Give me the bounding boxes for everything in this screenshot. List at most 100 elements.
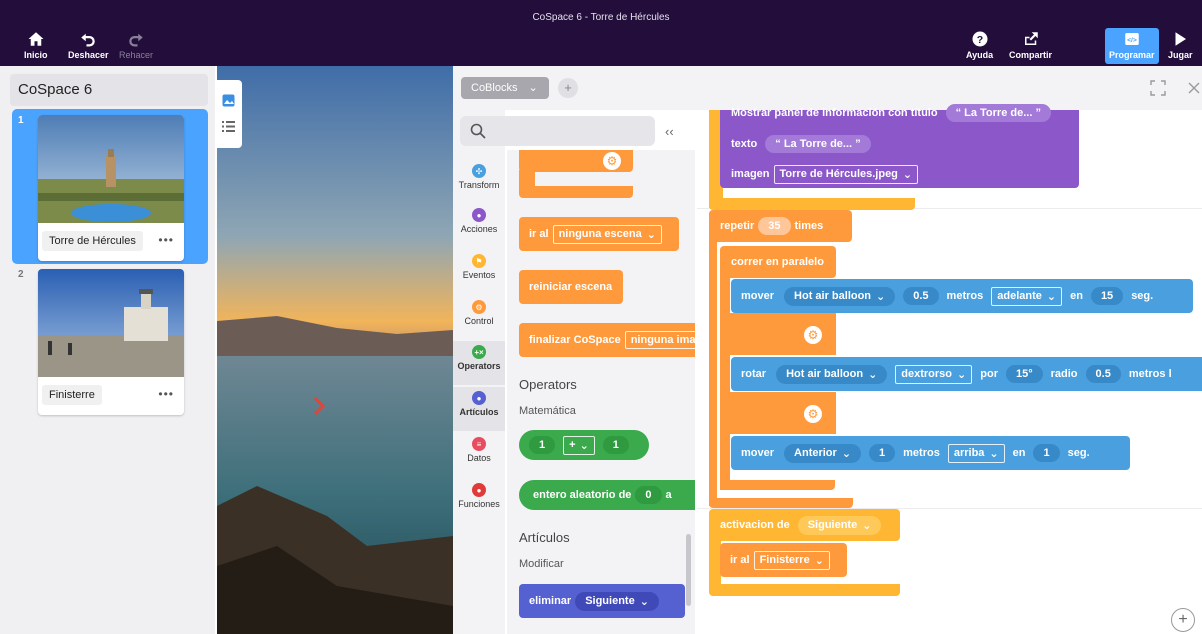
move-direction-dropdown[interactable]: adelante ⌄ — [991, 286, 1063, 306]
palette-restart-block[interactable]: reiniciar escena — [519, 270, 623, 304]
repeat-bottom[interactable] — [709, 498, 853, 508]
rotate-block[interactable]: rotar Hot air balloon ⌄ dextrorso ⌄ por 15… — [731, 357, 1202, 391]
category-label: Transform — [458, 180, 500, 190]
collapse-palette-icon[interactable]: ‹‹ — [665, 124, 674, 139]
share-button[interactable]: Compartir — [1009, 30, 1052, 60]
palette-delete-block[interactable]: eliminar Siguiente ⌄ — [519, 584, 685, 618]
category-control[interactable]: ⚙ Control — [453, 296, 505, 340]
play-icon — [1175, 32, 1187, 46]
block-search-input[interactable] — [460, 116, 655, 146]
activation-dropdown[interactable]: Siguiente ⌄ — [797, 515, 882, 535]
move-target-dropdown[interactable]: Hot air balloon ⌄ — [784, 286, 896, 306]
activation-event-block[interactable]: activacion de Siguiente ⌄ — [709, 509, 900, 541]
redo-button[interactable]: Rehacer — [119, 30, 153, 60]
repeat-count-input[interactable]: 35 — [758, 217, 791, 235]
fullscreen-icon[interactable] — [1150, 80, 1166, 96]
scene-label[interactable]: Finisterre — [42, 385, 102, 405]
modify-subheading: Modificar — [519, 558, 564, 570]
actions-icon: ● — [472, 208, 486, 222]
move-direction-dropdown[interactable]: arriba ⌄ — [947, 443, 1005, 463]
move-seconds-input[interactable]: 1 — [1033, 444, 1060, 462]
image-view-icon[interactable] — [222, 94, 235, 107]
category-datos[interactable]: ≡ Datos — [453, 433, 505, 477]
redo-label: Rehacer — [119, 50, 154, 60]
repeat-arm[interactable] — [709, 240, 717, 506]
move-amount-input[interactable]: 1 — [869, 444, 896, 462]
info-text-input[interactable]: “ La Torre de... ” — [765, 135, 871, 153]
move-block[interactable]: mover Hot air balloon ⌄ 0.5 metros adelan… — [731, 279, 1193, 313]
category-funciones[interactable]: ● Funciones — [453, 479, 505, 523]
go-to-block[interactable]: ir al Finisterre ⌄ — [720, 543, 847, 577]
operator-dropdown[interactable]: + ⌄ — [563, 435, 595, 455]
chevron-down-icon: ⌄ — [862, 519, 872, 532]
finish-dropdown[interactable]: ninguna ima — [624, 331, 695, 349]
go-to-dropdown[interactable]: Finisterre ⌄ — [753, 550, 830, 570]
scene-menu-button[interactable]: ••• — [158, 387, 174, 401]
scene-thumbnail[interactable]: Finisterre ••• — [38, 269, 184, 415]
block-text: finalizar CoSpace — [529, 334, 621, 346]
parallel-block[interactable]: correr en paralelo — [720, 246, 836, 278]
palette-random-block[interactable]: entero aleatorio de 0 a — [519, 480, 695, 510]
category-acciones[interactable]: ● Acciones — [453, 204, 505, 248]
rotate-target-dropdown[interactable]: Hot air balloon ⌄ — [776, 364, 888, 384]
event-block-bottom[interactable] — [709, 198, 915, 210]
image-dropdown[interactable]: Torre de Hércules.jpeg ⌄ — [773, 164, 919, 184]
palette-scrollbar[interactable] — [686, 534, 691, 606]
chevron-down-icon: ⌄ — [841, 447, 852, 460]
block-text: metros l — [1128, 368, 1172, 380]
scene-dropdown[interactable]: ninguna escena ⌄ — [552, 224, 662, 244]
palette-parallel-bottom[interactable] — [519, 186, 633, 198]
undo-button[interactable]: Deshacer — [68, 30, 109, 60]
dropdown-value: ninguna escena — [558, 228, 642, 240]
scene-card-2[interactable]: 2 Finisterre ••• — [12, 263, 208, 418]
play-button[interactable]: Jugar — [1168, 30, 1193, 60]
home-button[interactable]: Inicio — [24, 30, 48, 60]
scene-viewport[interactable] — [217, 66, 453, 634]
scene-menu-button[interactable]: ••• — [158, 233, 174, 247]
list-view-icon[interactable] — [222, 120, 235, 133]
close-icon[interactable] — [1186, 80, 1202, 96]
category-operators[interactable]: +× Operators — [453, 341, 505, 385]
math-subheading: Matemática — [519, 405, 576, 417]
move-amount-input[interactable]: 0.5 — [903, 287, 939, 305]
operand-right[interactable]: 1 — [602, 436, 629, 454]
gear-icon[interactable]: ⚙ — [804, 326, 822, 344]
rotate-angle-input[interactable]: 15° — [1005, 365, 1043, 383]
add-tab-button[interactable]: + — [558, 78, 578, 98]
zoom-in-button[interactable]: + — [1171, 608, 1195, 632]
coblocks-tab[interactable]: CoBlocks ⌄ — [461, 77, 549, 99]
operand-left[interactable]: 1 — [529, 436, 556, 454]
category-articulos[interactable]: ● Artículos — [453, 387, 505, 431]
help-button[interactable]: ? Ayuda — [966, 30, 993, 60]
parallel-branch[interactable]: ⚙ — [720, 313, 836, 355]
parallel-bottom[interactable] — [720, 480, 835, 490]
info-title-input[interactable]: “ La Torre de... ” — [945, 104, 1051, 122]
gear-icon[interactable]: ⚙ — [804, 405, 822, 423]
category-eventos[interactable]: ⚑ Eventos — [453, 250, 505, 294]
scene-label[interactable]: Torre de Hércules — [42, 231, 143, 251]
random-from-input[interactable]: 0 — [635, 486, 662, 504]
chevron-down-icon: ⌄ — [902, 168, 913, 181]
scene-card-1[interactable]: 1 Torre de Hércules ••• — [12, 109, 208, 264]
move-target-dropdown[interactable]: Anterior ⌄ — [784, 443, 862, 463]
project-title[interactable]: CoSpace 6 — [10, 74, 208, 106]
scene-thumbnail[interactable]: Torre de Hércules ••• — [38, 115, 184, 261]
operator-value: + — [569, 439, 576, 451]
activation-bottom[interactable] — [709, 584, 900, 596]
gear-icon[interactable]: ⚙ — [603, 152, 621, 170]
delete-target-dropdown[interactable]: Siguiente ⌄ — [575, 591, 659, 611]
rotate-direction-dropdown[interactable]: dextrorso ⌄ — [895, 364, 973, 384]
move-block[interactable]: mover Anterior ⌄ 1 metros arriba ⌄ en 1 se… — [731, 436, 1130, 470]
category-transform[interactable]: ✣ Transform — [453, 160, 505, 204]
rotate-radius-input[interactable]: 0.5 — [1085, 365, 1121, 383]
parallel-branch[interactable]: ⚙ — [720, 392, 836, 434]
repeat-block[interactable]: repetir 35 times — [709, 210, 852, 242]
palette-go-to-block[interactable]: ir al ninguna escena ⌄ — [519, 217, 679, 251]
code-button[interactable]: </> Programar — [1105, 28, 1159, 64]
palette-finish-block[interactable]: finalizar CoSpace ninguna ima — [519, 323, 695, 357]
block-text: rotar — [741, 368, 767, 380]
block-text: times — [794, 220, 824, 232]
move-seconds-input[interactable]: 15 — [1090, 287, 1124, 305]
palette-arithmetic-block[interactable]: 1 + ⌄ 1 — [519, 430, 649, 460]
parallel-arm[interactable] — [720, 276, 730, 490]
